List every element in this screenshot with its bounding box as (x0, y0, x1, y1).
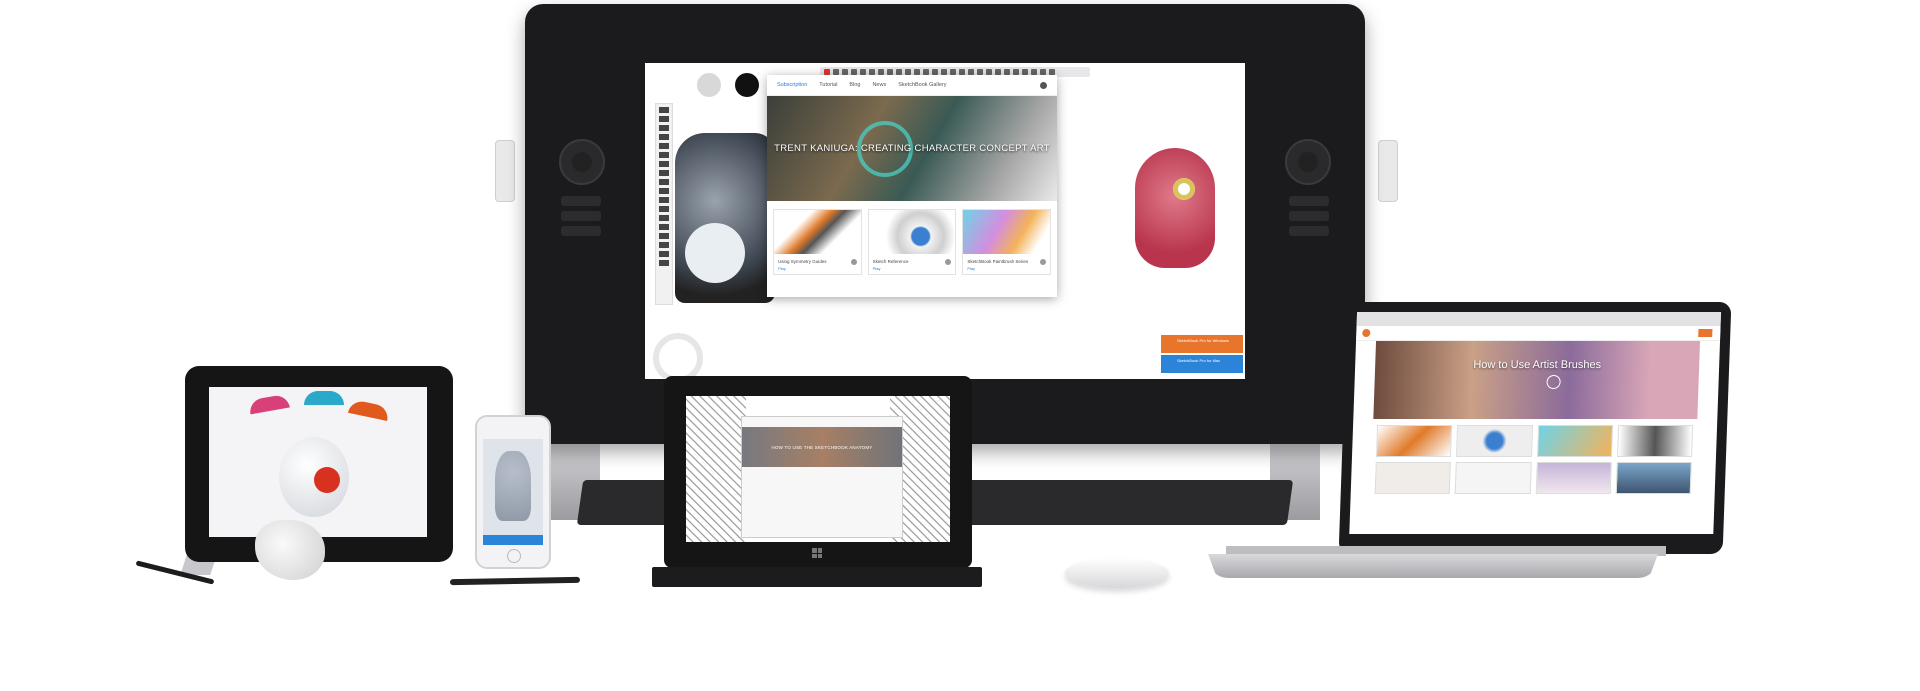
card-menu-icon[interactable] (945, 259, 952, 265)
express-key[interactable] (1289, 211, 1329, 221)
tab-subscription[interactable]: Subscription (777, 82, 807, 88)
tab-news[interactable]: News (872, 82, 886, 88)
color-swatch-light[interactable] (697, 73, 721, 97)
popup-hero[interactable]: TRENT KANIUGA: CREATING CHARACTER CONCEP… (767, 96, 1057, 201)
umbrella-artwork (248, 393, 290, 415)
tutorial-card[interactable]: Using Symmetry Guides Play (773, 209, 862, 275)
windows-logo-icon[interactable] (812, 548, 822, 558)
brush-palette[interactable] (655, 103, 673, 305)
grid-card[interactable] (1456, 425, 1533, 457)
play-icon[interactable] (1546, 375, 1561, 389)
sketch-artwork-left (686, 396, 746, 542)
umbrella-artwork (304, 391, 344, 405)
welcome-popup: Subscription Tutorial Blog News SketchBo… (767, 75, 1057, 297)
card-label: SketchBook Paintbrush Series (967, 259, 1029, 264)
site-logo-icon[interactable] (1362, 329, 1371, 337)
card-link[interactable]: Play (967, 266, 975, 271)
pink-creature-artwork (1135, 148, 1215, 268)
grid-card[interactable] (1615, 462, 1692, 494)
tablet-left-screen (209, 387, 427, 537)
card-label: Sketch Reference (872, 259, 909, 264)
grid-card[interactable] (1375, 425, 1453, 457)
color-wheel-icon[interactable] (653, 333, 703, 379)
promo-toast-mac[interactable]: SketchBook Pro for Mac (1161, 355, 1243, 373)
dial-icon[interactable] (559, 139, 605, 185)
laptop-card-grid (1351, 419, 1718, 494)
express-key[interactable] (561, 226, 601, 236)
site-header (1356, 326, 1721, 341)
card-menu-icon[interactable] (1040, 259, 1047, 265)
express-keys-left (537, 64, 627, 364)
grid-card[interactable] (1616, 425, 1694, 457)
egg-character-artwork (279, 437, 349, 517)
color-swatch-dark[interactable] (735, 73, 759, 97)
grid-card[interactable] (1374, 462, 1452, 494)
anatomy-article[interactable]: HOW TO USE THE SKETCHBOOK ANATOMY (741, 416, 903, 538)
display-side-tab-right (1378, 140, 1398, 202)
card-link[interactable]: Play (778, 266, 786, 271)
crumpled-paper (255, 520, 325, 580)
tutorial-card[interactable]: SketchBook Paintbrush Series Play (962, 209, 1052, 275)
display-side-tab-left (495, 140, 515, 202)
express-keys-right (1263, 64, 1353, 364)
phone-screen (483, 439, 543, 545)
wireless-mouse (1065, 558, 1169, 588)
dial-icon[interactable] (1285, 139, 1331, 185)
article-title: HOW TO USE THE SKETCHBOOK ANATOMY (771, 445, 873, 450)
info-icon[interactable] (1040, 81, 1047, 89)
laptop-hero[interactable]: How to Use Artist Brushes (1373, 341, 1701, 419)
laptop: How to Use Artist Brushes (1338, 302, 1732, 554)
promo-toast-windows[interactable]: SketchBook Pro for Windows (1161, 335, 1243, 353)
tablet-center-screen: HOW TO USE THE SKETCHBOOK ANATOMY (686, 396, 950, 542)
express-key[interactable] (561, 211, 601, 221)
laptop-base (1208, 554, 1658, 578)
home-button[interactable] (507, 549, 521, 563)
laptop-hero-title: How to Use Artist Brushes (1473, 359, 1602, 371)
laptop-screen: How to Use Artist Brushes (1349, 312, 1722, 534)
tutorial-card[interactable]: Sketch Reference Play (867, 209, 957, 275)
phone-banner[interactable] (483, 535, 543, 545)
card-menu-icon[interactable] (850, 259, 857, 265)
grid-card[interactable] (1536, 425, 1613, 457)
grid-card[interactable] (1535, 462, 1612, 494)
card-label: Using Symmetry Guides (778, 259, 827, 264)
umbrella-artwork (347, 398, 391, 422)
header-cta-button[interactable] (1698, 329, 1713, 337)
popup-nav: Subscription Tutorial Blog News SketchBo… (767, 75, 1057, 96)
tab-tutorial[interactable]: Tutorial (819, 82, 837, 88)
type-cover-keyboard (652, 567, 982, 587)
robot-character-artwork (675, 133, 775, 303)
tab-blog[interactable]: Blog (849, 82, 860, 88)
stylus-pen (449, 576, 581, 586)
express-key[interactable] (561, 196, 601, 206)
browser-chrome (1356, 312, 1722, 326)
tablet-center: HOW TO USE THE SKETCHBOOK ANATOMY (664, 376, 972, 568)
pen-display-screen: Subscription Tutorial Blog News SketchBo… (645, 63, 1245, 379)
tab-gallery[interactable]: SketchBook Gallery (898, 82, 946, 88)
hero-title: TRENT KANIUGA: CREATING CHARACTER CONCEP… (774, 143, 1050, 154)
express-key[interactable] (1289, 196, 1329, 206)
smartphone (475, 415, 551, 569)
express-key[interactable] (1289, 226, 1329, 236)
card-link[interactable]: Play (873, 266, 881, 271)
tutorial-cards: Using Symmetry Guides Play Sketch Refere… (767, 201, 1057, 275)
grid-card[interactable] (1454, 462, 1532, 494)
